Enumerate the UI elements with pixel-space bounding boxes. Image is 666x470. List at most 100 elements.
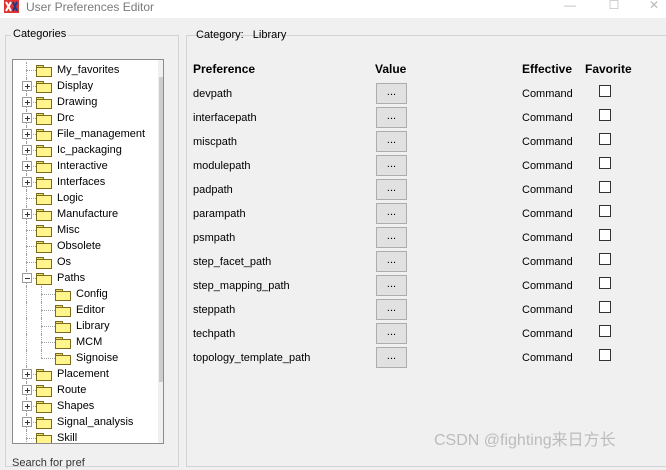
favorite-checkbox[interactable] <box>599 229 611 241</box>
tree-item-label: Skill <box>57 432 78 444</box>
tree-item[interactable]: Library <box>13 318 147 334</box>
tree-item[interactable]: My_favorites <box>13 62 147 78</box>
expand-plus-icon[interactable] <box>22 161 32 171</box>
expand-plus-icon[interactable] <box>22 145 32 155</box>
favorite-checkbox[interactable] <box>599 205 611 217</box>
browse-value-button[interactable]: ... <box>376 299 407 320</box>
favorite-checkbox[interactable] <box>599 349 611 361</box>
tree-item[interactable]: Editor <box>13 302 147 318</box>
favorite-checkbox[interactable] <box>599 85 611 97</box>
close-button[interactable]: ✕ <box>640 0 666 14</box>
folder-icon <box>36 433 52 443</box>
expand-plus-icon[interactable] <box>22 417 32 427</box>
tree-item[interactable]: Misc <box>13 222 147 238</box>
browse-value-button[interactable]: ... <box>376 155 407 176</box>
tree-item[interactable]: Drc <box>13 110 147 126</box>
tree-item[interactable]: Drawing <box>13 94 147 110</box>
expand-plus-icon[interactable] <box>22 177 32 187</box>
maximize-button[interactable]: ☐ <box>600 0 628 14</box>
tree-connector <box>41 350 42 358</box>
tree-item[interactable]: Config <box>13 286 147 302</box>
tree-item-label: Os <box>57 256 72 268</box>
favorite-checkbox[interactable] <box>599 157 611 169</box>
expand-plus-icon[interactable] <box>22 81 32 91</box>
tree-item-label: Interactive <box>57 160 108 172</box>
category-tree[interactable]: My_favorites Display Drawing Drc File_manage… <box>12 59 164 444</box>
expander-bar <box>27 404 28 409</box>
title-bar: User Preferences Editor — ☐ ✕ <box>0 0 666 18</box>
expand-plus-icon[interactable] <box>22 401 32 411</box>
tree-item[interactable]: Obsolete <box>13 238 147 254</box>
scroll-up-arrow[interactable]: ▲ <box>158 60 163 76</box>
effective-value: Command <box>522 328 573 340</box>
tree-scrollbar[interactable]: ▲ ▼ <box>158 60 163 443</box>
expander-bar <box>27 148 28 153</box>
expander-bar <box>27 212 28 217</box>
tree-item[interactable]: File_management <box>13 126 147 142</box>
folder-body <box>55 307 71 317</box>
browse-value-button[interactable]: ... <box>376 83 407 104</box>
tree-connector <box>26 334 27 350</box>
favorite-checkbox[interactable] <box>599 133 611 145</box>
scroll-down-arrow[interactable]: ▼ <box>158 423 163 439</box>
favorite-checkbox[interactable] <box>599 181 611 193</box>
folder-body <box>36 275 52 285</box>
tree-item[interactable]: Shapes <box>13 398 147 414</box>
favorite-checkbox[interactable] <box>599 301 611 313</box>
folder-icon <box>36 81 52 93</box>
category-value: Library <box>252 29 287 41</box>
browse-value-button[interactable]: ... <box>376 179 407 200</box>
favorite-checkbox[interactable] <box>599 325 611 337</box>
tree-item[interactable]: Placement <box>13 366 147 382</box>
tree-item[interactable]: Signoise <box>13 350 147 366</box>
expand-plus-icon[interactable] <box>22 369 32 379</box>
tree-item[interactable]: MCM <box>13 334 147 350</box>
effective-value: Command <box>522 112 573 124</box>
tree-item[interactable]: Signal_analysis <box>13 414 147 430</box>
effective-value: Command <box>522 160 573 172</box>
tree-item[interactable]: Logic <box>13 190 147 206</box>
tree-item[interactable]: Paths <box>13 270 147 286</box>
browse-value-button[interactable]: ... <box>376 347 407 368</box>
tree-item[interactable]: Ic_packaging <box>13 142 147 158</box>
tree-connector <box>26 246 36 247</box>
browse-value-button[interactable]: ... <box>376 227 407 248</box>
expand-plus-icon[interactable] <box>22 97 32 107</box>
browse-value-button[interactable]: ... <box>376 323 407 344</box>
favorite-checkbox[interactable] <box>599 109 611 121</box>
expand-plus-icon[interactable] <box>22 209 32 219</box>
tree-item[interactable]: Route <box>13 382 147 398</box>
tree-item[interactable]: Os <box>13 254 147 270</box>
expander-bar <box>27 420 28 425</box>
expand-plus-icon[interactable] <box>22 113 32 123</box>
expand-plus-icon[interactable] <box>22 385 32 395</box>
tree-item-label: Logic <box>57 192 84 204</box>
favorite-checkbox[interactable] <box>599 277 611 289</box>
column-header-value: Value <box>375 62 407 76</box>
tree-item-label: Placement <box>57 368 109 380</box>
collapse-minus-icon[interactable] <box>22 273 32 283</box>
expand-plus-icon[interactable] <box>22 129 32 139</box>
browse-value-button[interactable]: ... <box>376 251 407 272</box>
folder-body <box>36 387 52 397</box>
browse-value-button[interactable]: ... <box>376 275 407 296</box>
effective-value: Command <box>522 280 573 292</box>
minimize-button[interactable]: — <box>556 0 584 14</box>
folder-icon <box>36 161 52 173</box>
browse-value-button[interactable]: ... <box>376 203 407 224</box>
tree-item[interactable]: Interfaces <box>13 174 147 190</box>
browse-value-button[interactable]: ... <box>376 131 407 152</box>
tree-item[interactable]: Manufacture <box>13 206 147 222</box>
folder-body <box>55 355 71 365</box>
tree-item-label: Obsolete <box>57 240 102 252</box>
watermark-text: CSDN @fighting来日方长 <box>434 432 616 449</box>
folder-icon <box>55 353 71 365</box>
tree-item[interactable]: Display <box>13 78 147 94</box>
favorite-checkbox[interactable] <box>599 253 611 265</box>
tree-item[interactable]: Interactive <box>13 158 147 174</box>
scroll-thumb[interactable] <box>159 77 163 382</box>
browse-value-button[interactable]: ... <box>376 107 407 128</box>
tree-connector <box>26 262 36 263</box>
tree-item[interactable]: Skill <box>13 430 147 444</box>
tree-connector <box>26 318 27 334</box>
